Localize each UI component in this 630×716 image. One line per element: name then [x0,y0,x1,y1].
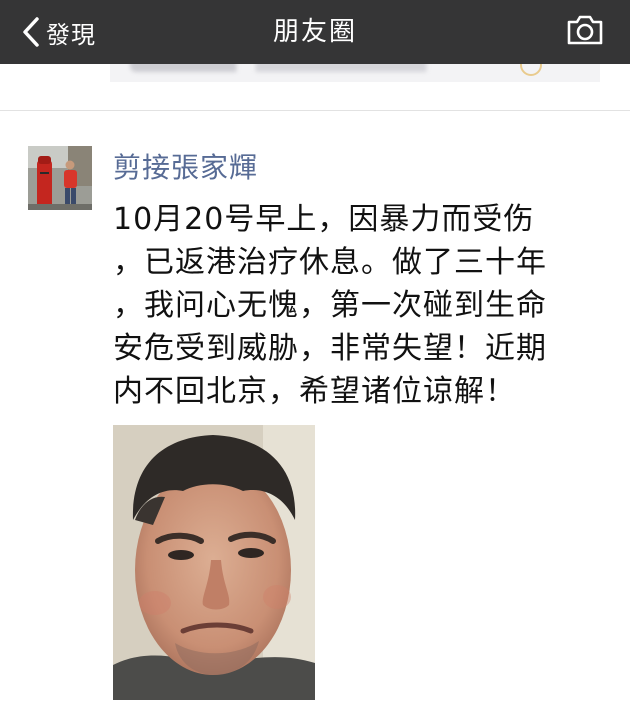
camera-icon[interactable] [566,14,604,46]
post-text: 10月20号早上，因暴力而受伤 ，已返港治疗休息。做了三十年 ，我问心无愧，第一… [113,198,608,413]
post-text-line: ，已返港治疗休息。做了三十年 [113,245,547,280]
feed-divider [0,110,630,111]
previous-comment-strip [110,64,600,82]
post-text-line: 内不回北京，希望诸位谅解！ [113,374,516,409]
avatar-image [28,146,92,210]
post-photo[interactable] [113,425,315,700]
previous-comment-text-fragment [130,64,510,72]
navigation-bar: 發現 朋友圈 [0,0,630,64]
author-name[interactable]: 剪接張家輝 [113,146,258,186]
post-text-line: 10月20号早上，因暴力而受伤 [113,202,535,237]
portrait-photo [113,425,315,700]
emoji-icon [520,64,542,76]
avatar[interactable] [28,146,92,210]
page-title: 朋友圈 [272,17,357,47]
post-text-line: 安危受到威胁，非常失望！近期 [113,331,547,366]
post-text-line: ，我问心无愧，第一次碰到生命 [113,288,547,323]
